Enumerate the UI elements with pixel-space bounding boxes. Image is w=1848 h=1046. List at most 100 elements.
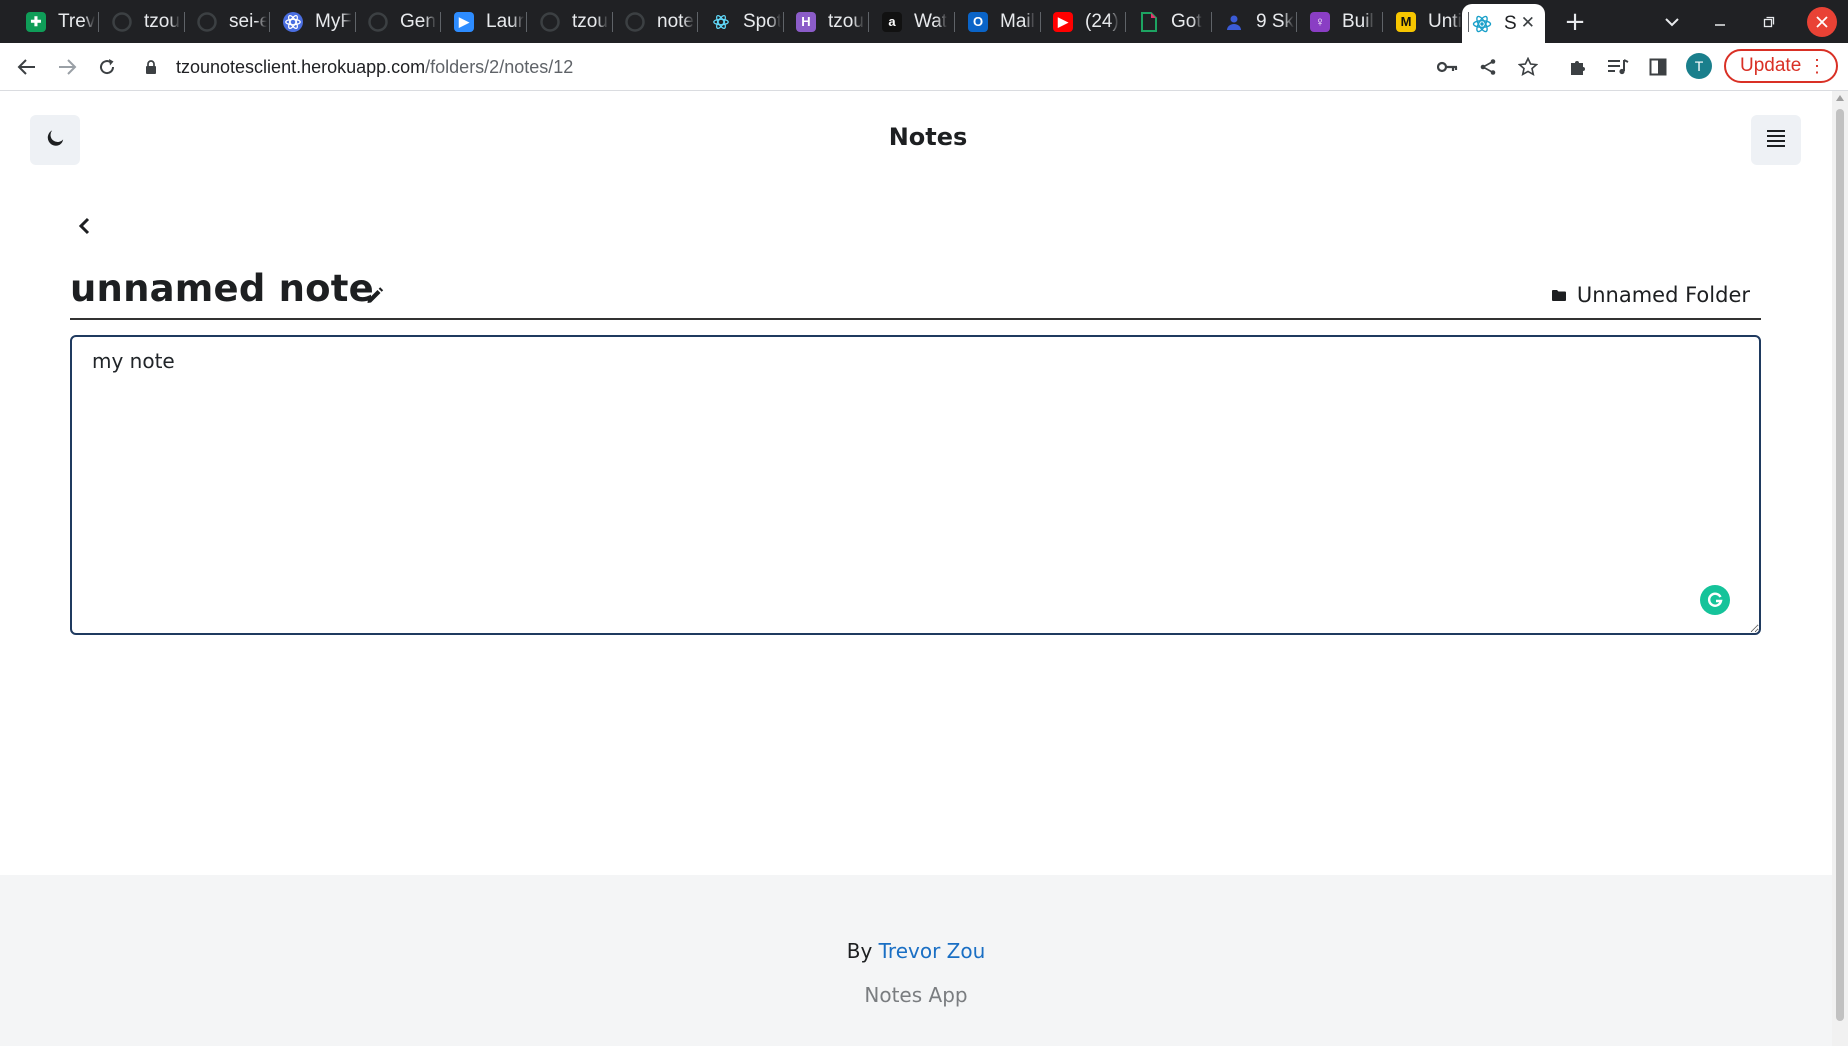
tab-title: Mail (1000, 10, 1035, 32)
tab-title: Buil (1342, 10, 1374, 32)
close-icon[interactable]: ✕ (1521, 13, 1535, 33)
tab-13[interactable]: Got (1129, 6, 1209, 37)
bookmark-star-icon[interactable] (1514, 53, 1542, 81)
media-queue-icon[interactable] (1604, 53, 1632, 81)
tab-title: note (657, 10, 694, 32)
tab-8[interactable]: Spot (701, 6, 781, 37)
tab-11[interactable]: O Mail (958, 6, 1038, 37)
new-tab-button[interactable]: + (1560, 7, 1590, 37)
tab-active[interactable]: S ✕ (1462, 4, 1545, 43)
tab-separator (269, 12, 270, 32)
menu-button[interactable] (1751, 115, 1801, 165)
tab-title: MyF (315, 10, 352, 32)
tab-4[interactable]: Gen (358, 6, 438, 37)
tab-5[interactable]: ▶ Laur (444, 6, 524, 37)
tab-title: Laur (486, 10, 524, 32)
scroll-thumb[interactable] (1836, 109, 1844, 1021)
grammarly-icon[interactable] (1700, 585, 1730, 615)
more-vert-icon[interactable]: ⋮ (1808, 55, 1826, 77)
footer-app-name: Notes App (864, 983, 968, 1007)
minimize-button[interactable] (1706, 8, 1734, 36)
back-button[interactable] (72, 215, 96, 241)
tab-title: Gen (400, 10, 436, 32)
github-icon (368, 11, 388, 32)
folder-link[interactable]: Unnamed Folder (1551, 283, 1750, 307)
tab-10[interactable]: a Wat (872, 6, 952, 37)
tab-title: tzou (144, 10, 180, 32)
tab-title: (24) (1085, 10, 1119, 32)
tab-separator (868, 12, 869, 32)
tab-6[interactable]: tzou (530, 6, 610, 37)
tab-separator (184, 12, 185, 32)
tab-separator (1040, 12, 1041, 32)
tab-0[interactable]: ✚ Trev (16, 6, 96, 37)
extensions-puzzle-icon[interactable] (1564, 53, 1592, 81)
folder-icon (1551, 290, 1566, 301)
lock-icon (140, 59, 162, 75)
scroll-up-arrow-icon[interactable] (1836, 95, 1844, 101)
zoom-icon: ▶ (454, 11, 474, 32)
update-button[interactable]: Update ⋮ (1724, 49, 1838, 83)
github-icon (112, 11, 132, 32)
youtube-icon: ▶ (1053, 11, 1073, 32)
browser-tabstrip: S ✕ + ✚ Trev tzou sei-e MyF Gen ▶ Laur tzou note S… (0, 0, 1848, 43)
forward-arrow-icon[interactable] (53, 53, 81, 81)
side-panel-icon[interactable] (1644, 53, 1672, 81)
share-icon[interactable] (1474, 53, 1502, 81)
window-close-button[interactable] (1807, 7, 1837, 37)
tab-title: S (1504, 12, 1517, 34)
tab-title: Wat (914, 10, 948, 32)
tab-separator (954, 12, 955, 32)
outlook-icon: O (968, 11, 988, 32)
pencil-icon[interactable] (365, 285, 387, 307)
github-icon (197, 11, 217, 32)
reload-icon[interactable] (93, 53, 121, 81)
miro-icon: M (1396, 11, 1416, 32)
heroku-icon: H (796, 11, 816, 32)
tab-7[interactable]: note (615, 6, 695, 37)
avatar-letter: T (1694, 58, 1704, 74)
folder-name: Unnamed Folder (1576, 283, 1750, 307)
tab-separator (1468, 12, 1469, 32)
tab-16[interactable]: M Unti (1386, 6, 1466, 37)
page-scrollbar[interactable] (1832, 91, 1848, 1046)
doc-icon (1139, 11, 1159, 32)
tab-separator (355, 12, 356, 32)
tab-title: Unti (1428, 10, 1462, 32)
react-icon (711, 12, 731, 32)
title-divider (70, 318, 1761, 320)
back-arrow-icon[interactable] (13, 53, 41, 81)
app-brand-title[interactable]: Notes (0, 123, 1832, 151)
tab-title: Spot (743, 10, 781, 32)
note-body-textarea[interactable] (70, 335, 1761, 635)
browser-toolbar: tzounotesclient.herokuapp.com/folders/2/… (0, 43, 1848, 91)
tab-12[interactable]: ▶ (24) (1043, 6, 1123, 37)
tab-14[interactable]: 9 Sk (1214, 6, 1294, 37)
note-title: unnamed note (70, 267, 374, 310)
url-host: tzounotesclient.herokuapp.com (176, 56, 426, 77)
tab-title: 9 Sk (1256, 10, 1294, 32)
tab-separator (440, 12, 441, 32)
address-bar[interactable]: tzounotesclient.herokuapp.com/folders/2/… (140, 48, 1440, 86)
tab-title: Trev (58, 10, 96, 32)
profile-avatar[interactable]: T (1686, 53, 1712, 79)
tab-2[interactable]: sei-e (187, 6, 267, 37)
restore-button[interactable] (1755, 8, 1783, 36)
tab-3[interactable]: MyF (273, 6, 353, 37)
hamburger-icon (1766, 129, 1786, 151)
tab-separator (697, 12, 698, 32)
tab-separator (526, 12, 527, 32)
key-icon[interactable] (1434, 53, 1462, 81)
react-icon (1472, 14, 1492, 34)
sheets-icon: ✚ (26, 11, 46, 32)
tab-15[interactable]: ♀ Buil (1300, 6, 1380, 37)
author-link[interactable]: Trevor Zou (879, 939, 986, 963)
react-icon (283, 11, 303, 32)
page-footer: By Trevor Zou Notes App (0, 875, 1832, 1046)
tab-title: Got (1171, 10, 1202, 32)
url-path: /folders/2/notes/12 (425, 56, 574, 77)
tab-search-chevron-icon[interactable] (1658, 8, 1686, 36)
tab-9[interactable]: Htzou (786, 6, 866, 37)
footer-credit: By Trevor Zou (0, 939, 1832, 963)
tab-1[interactable]: tzou (102, 6, 182, 37)
